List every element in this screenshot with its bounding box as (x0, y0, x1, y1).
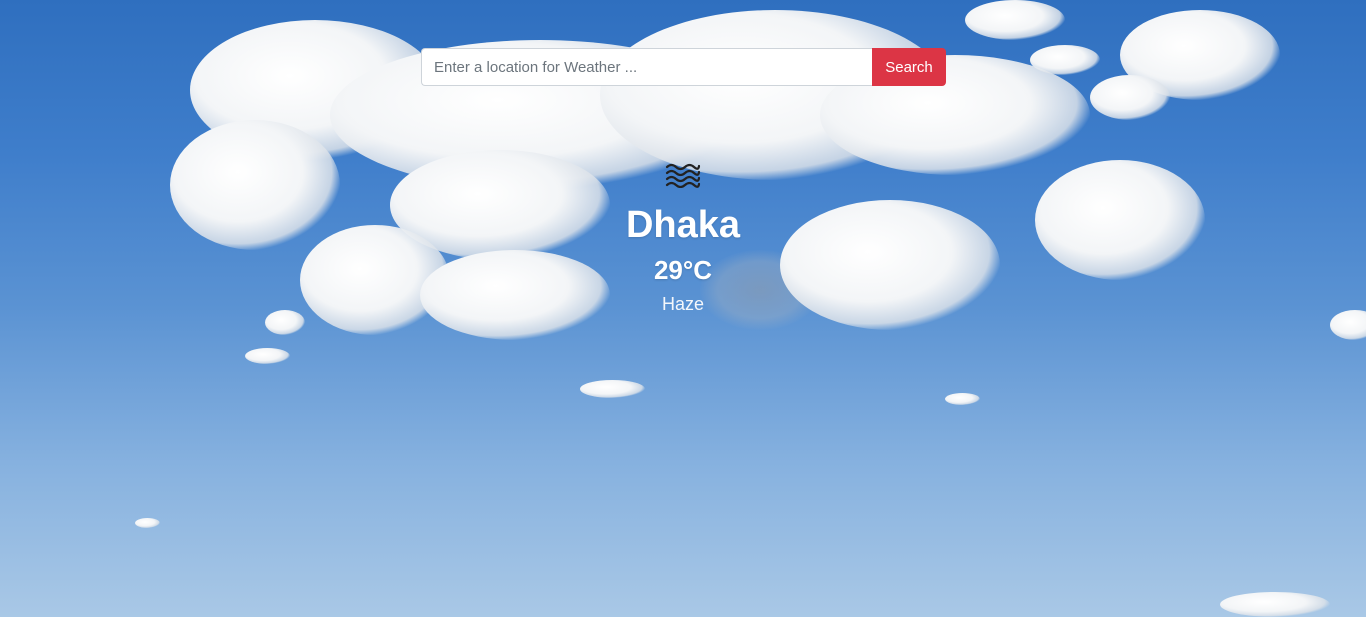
cloud (965, 0, 1065, 40)
cloud (265, 310, 305, 335)
cloud (1035, 160, 1205, 280)
weather-display: Dhaka 29°C Haze (483, 160, 883, 316)
temperature: 29°C (653, 255, 713, 285)
cloud (1030, 45, 1100, 75)
cloud (580, 380, 645, 398)
weather-condition: Haze (661, 294, 705, 314)
location-search-input[interactable] (421, 48, 872, 86)
cloud (245, 348, 290, 364)
city-name: Dhaka (625, 204, 741, 246)
search-button[interactable]: Search (872, 48, 946, 86)
cloud (1220, 592, 1330, 617)
cloud (1330, 310, 1366, 340)
cloud (1090, 75, 1170, 120)
haze-icon (665, 163, 701, 188)
search-form: Search (421, 48, 946, 86)
cloud (135, 518, 160, 528)
cloud (945, 393, 980, 405)
cloud (170, 120, 340, 250)
